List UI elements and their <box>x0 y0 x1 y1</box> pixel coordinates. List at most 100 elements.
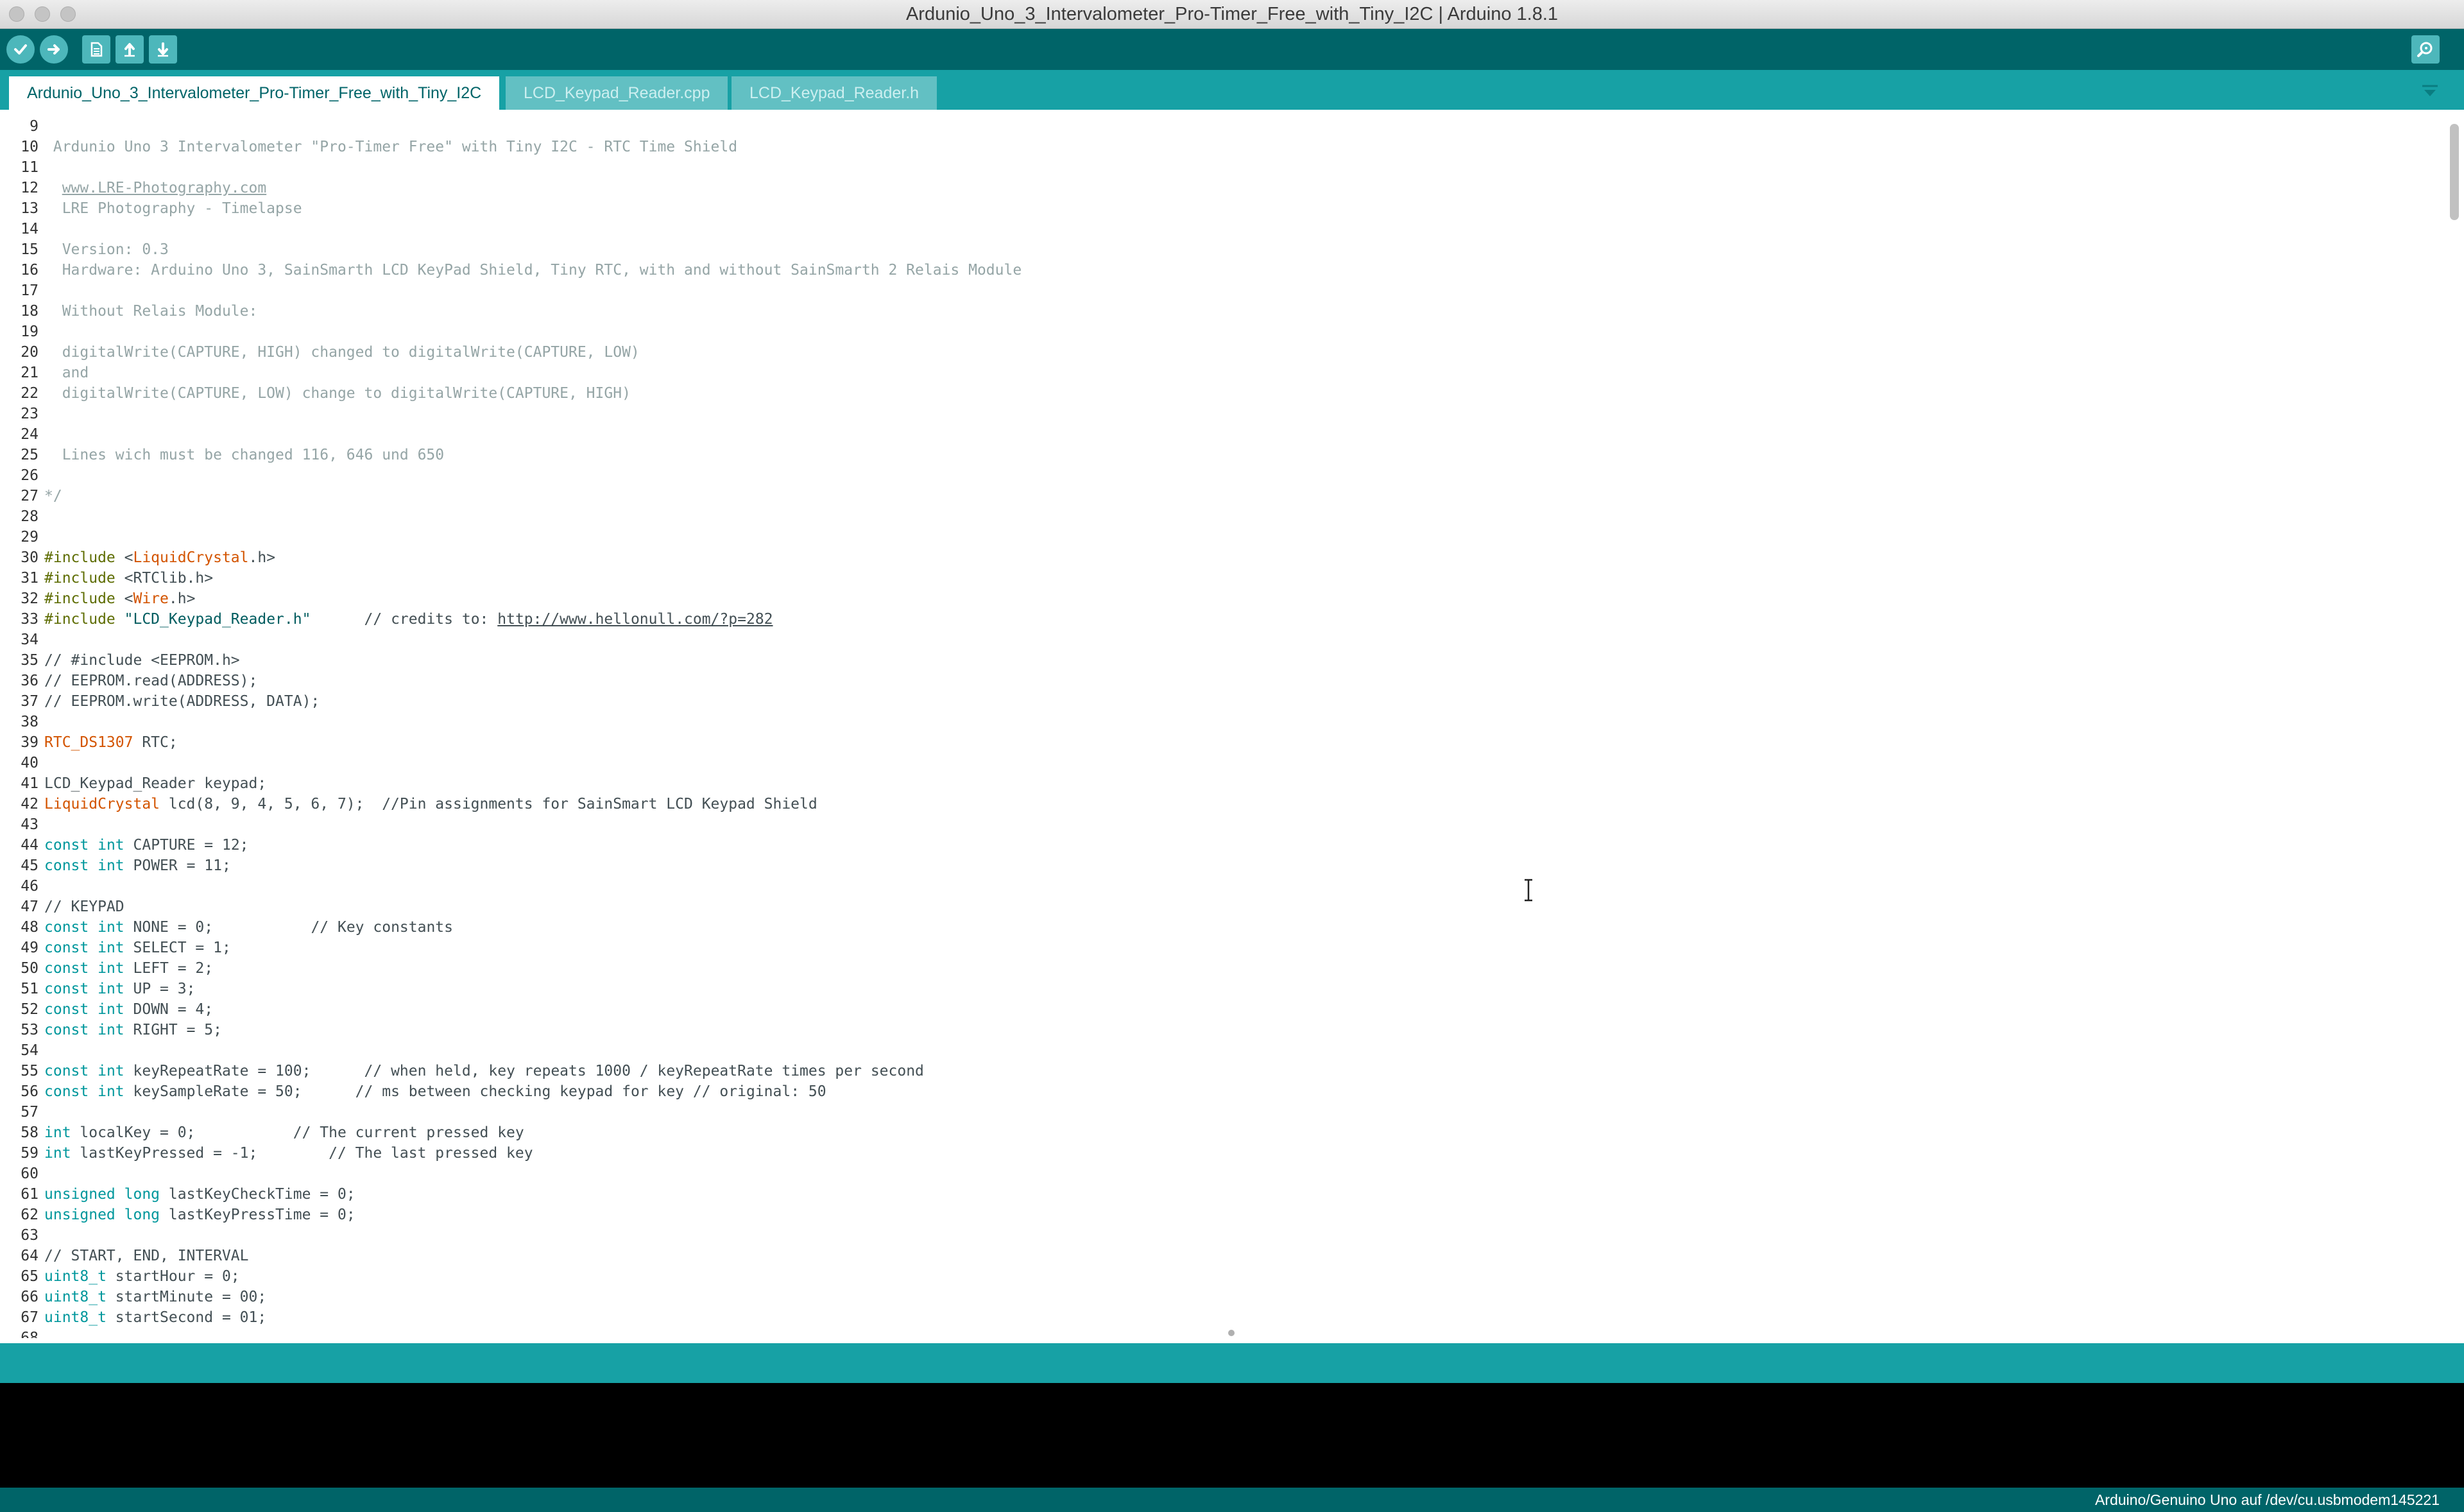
code-line[interactable]: LCD_Keypad_Reader keypad; <box>44 773 266 794</box>
code-line[interactable]: // #include <EEPROM.h> <box>44 650 240 671</box>
code-link[interactable]: http://www.hellonull.com/?p=282 <box>497 611 773 628</box>
code-token: const <box>44 1063 89 1079</box>
code-token: digitalWrite(CAPTURE, HIGH) changed to d… <box>44 344 640 361</box>
code-line[interactable]: uint8_t startMinute = 00; <box>44 1287 266 1307</box>
code-line[interactable]: // EEPROM.read(ADDRESS); <box>44 671 257 691</box>
code-token: int <box>98 837 124 854</box>
line-number: 44 <box>21 837 38 854</box>
status-bar: Arduino/Genuino Uno auf /dev/cu.usbmodem… <box>0 1488 2464 1512</box>
code-line[interactable]: const int LEFT = 2; <box>44 958 213 979</box>
code-line[interactable]: */ <box>44 486 62 506</box>
code-line[interactable]: const int UP = 3; <box>44 979 195 999</box>
tab-main-sketch[interactable]: Ardunio_Uno_3_Intervalometer_Pro-Timer_F… <box>9 76 500 110</box>
code-line[interactable]: LiquidCrystal lcd(8, 9, 4, 5, 6, 7); //P… <box>44 794 817 814</box>
code-line[interactable]: #include <Wire.h> <box>44 588 195 609</box>
tab-lcd-keypad-reader-h[interactable]: LCD_Keypad_Reader.h <box>732 76 937 110</box>
line-number: 58 <box>21 1124 38 1141</box>
code-line[interactable]: Version: 0.3 <box>44 239 169 260</box>
code-line[interactable]: const int CAPTURE = 12; <box>44 835 249 855</box>
code-line[interactable]: int lastKeyPressed = -1; // The last pre… <box>44 1143 533 1164</box>
code-line[interactable]: #include <RTClib.h> <box>44 568 213 588</box>
serial-monitor-button[interactable] <box>2411 35 2440 64</box>
code-line[interactable]: const int RIGHT = 5; <box>44 1020 222 1040</box>
line-number: 59 <box>21 1145 38 1162</box>
code-link[interactable]: www.LRE-Photography.com <box>62 180 267 196</box>
line-number: 34 <box>21 631 38 648</box>
line-number: 18 <box>21 303 38 320</box>
code-token: keySampleRate = 50; // ms between checki… <box>124 1083 826 1100</box>
code-line[interactable]: const int DOWN = 4; <box>44 999 213 1020</box>
code-token: lastKeyCheckTime = 0; <box>160 1186 355 1203</box>
new-file-icon <box>90 42 103 57</box>
window-title-bar: Ardunio_Uno_3_Intervalometer_Pro-Timer_F… <box>0 0 2464 29</box>
code-editor[interactable]: 9 10 11 12 13 14 15 16 17 18 19 20 21 22 23 24 25 26 27 28 2… <box>0 110 2464 1338</box>
arrow-right-icon <box>47 44 60 55</box>
code-line[interactable]: #include <LiquidCrystal.h> <box>44 547 275 568</box>
line-number: 26 <box>21 467 38 484</box>
line-number: 66 <box>21 1289 38 1305</box>
code-line[interactable]: // KEYPAD <box>44 897 124 917</box>
code-line[interactable]: const int SELECT = 1; <box>44 938 231 958</box>
code-line[interactable]: uint8_t startHour = 0; <box>44 1266 240 1287</box>
vertical-scrollbar[interactable] <box>2445 110 2464 1338</box>
code-token: POWER = 11; <box>124 857 231 874</box>
code-line[interactable]: const int keySampleRate = 50; // ms betw… <box>44 1081 826 1102</box>
code-line[interactable]: unsigned long lastKeyCheckTime = 0; <box>44 1184 355 1205</box>
code-line[interactable]: // START, END, INTERVAL <box>44 1246 249 1266</box>
scrollbar-thumb[interactable] <box>2450 124 2459 220</box>
line-number: 31 <box>21 570 38 587</box>
code-line[interactable]: www.LRE-Photography.com <box>44 178 267 198</box>
code-line[interactable]: digitalWrite(CAPTURE, HIGH) changed to d… <box>44 342 640 363</box>
code-token: RTC_DS1307 <box>44 734 133 751</box>
code-line[interactable]: Without Relais Module: <box>44 301 258 322</box>
code-line[interactable]: LRE Photography - Timelapse <box>44 198 302 219</box>
code-token: LRE Photography - Timelapse <box>44 200 302 217</box>
code-token: #include <box>44 570 116 587</box>
code-token: keyRepeatRate = 100; // when held, key r… <box>124 1063 924 1079</box>
code-token: // EEPROM.write(ADDRESS, DATA); <box>44 693 320 710</box>
line-number: 23 <box>21 406 38 422</box>
board-port-status: Arduino/Genuino Uno auf /dev/cu.usbmodem… <box>2094 1491 2440 1508</box>
code-token: .h> <box>248 549 276 566</box>
code-token: DOWN = 4; <box>124 1001 214 1018</box>
open-sketch-button[interactable] <box>116 35 144 64</box>
code-line[interactable]: const int POWER = 11; <box>44 855 231 876</box>
code-line[interactable]: const int keyRepeatRate = 100; // when h… <box>44 1061 924 1081</box>
console-output[interactable] <box>0 1383 2464 1488</box>
line-number: 67 <box>21 1309 38 1326</box>
code-line[interactable]: // EEPROM.write(ADDRESS, DATA); <box>44 691 320 712</box>
new-sketch-button[interactable] <box>82 35 110 64</box>
tab-lcd-keypad-reader-cpp[interactable]: LCD_Keypad_Reader.cpp <box>506 76 728 110</box>
pane-splitter-handle[interactable] <box>1228 1330 1235 1336</box>
code-line[interactable]: Lines wich must be changed 116, 646 und … <box>44 445 444 465</box>
code-line[interactable]: const int NONE = 0; // Key constants <box>44 917 453 938</box>
line-number: 21 <box>21 365 38 381</box>
code-token: // KEYPAD <box>44 898 124 915</box>
code-line[interactable]: uint8_t startSecond = 01; <box>44 1307 266 1328</box>
code-token: SELECT = 1; <box>124 940 231 956</box>
line-number: 61 <box>21 1186 38 1203</box>
line-number: 25 <box>21 447 38 463</box>
line-number: 35 <box>21 652 38 669</box>
upload-button[interactable] <box>40 35 68 64</box>
code-line[interactable]: unsigned long lastKeyPressTime = 0; <box>44 1205 355 1225</box>
code-line[interactable]: Hardware: Arduino Uno 3, SainSmarth LCD … <box>44 260 1022 280</box>
code-token: uint8_t <box>44 1268 107 1285</box>
tab-menu-chevron-down-icon[interactable] <box>2420 84 2440 99</box>
save-sketch-button[interactable] <box>149 35 177 64</box>
line-number-gutter: 9 10 11 12 13 14 15 16 17 18 19 20 21 22 23 24 25 26 27 28 2… <box>0 110 40 1338</box>
code-line[interactable]: int localKey = 0; // The current pressed… <box>44 1122 524 1143</box>
code-line[interactable]: #include "LCD_Keypad_Reader.h" // credit… <box>44 609 773 630</box>
code-line[interactable]: and <box>44 363 89 383</box>
code-line[interactable]: digitalWrite(CAPTURE, LOW) change to dig… <box>44 383 631 404</box>
code-line[interactable]: RTC_DS1307 RTC; <box>44 732 178 753</box>
code-line[interactable]: Ardunio Uno 3 Intervalometer "Pro-Timer … <box>44 137 737 157</box>
code-token: unsigned <box>44 1207 116 1223</box>
verify-button[interactable] <box>6 35 35 64</box>
pane-splitter[interactable] <box>0 1338 2464 1343</box>
